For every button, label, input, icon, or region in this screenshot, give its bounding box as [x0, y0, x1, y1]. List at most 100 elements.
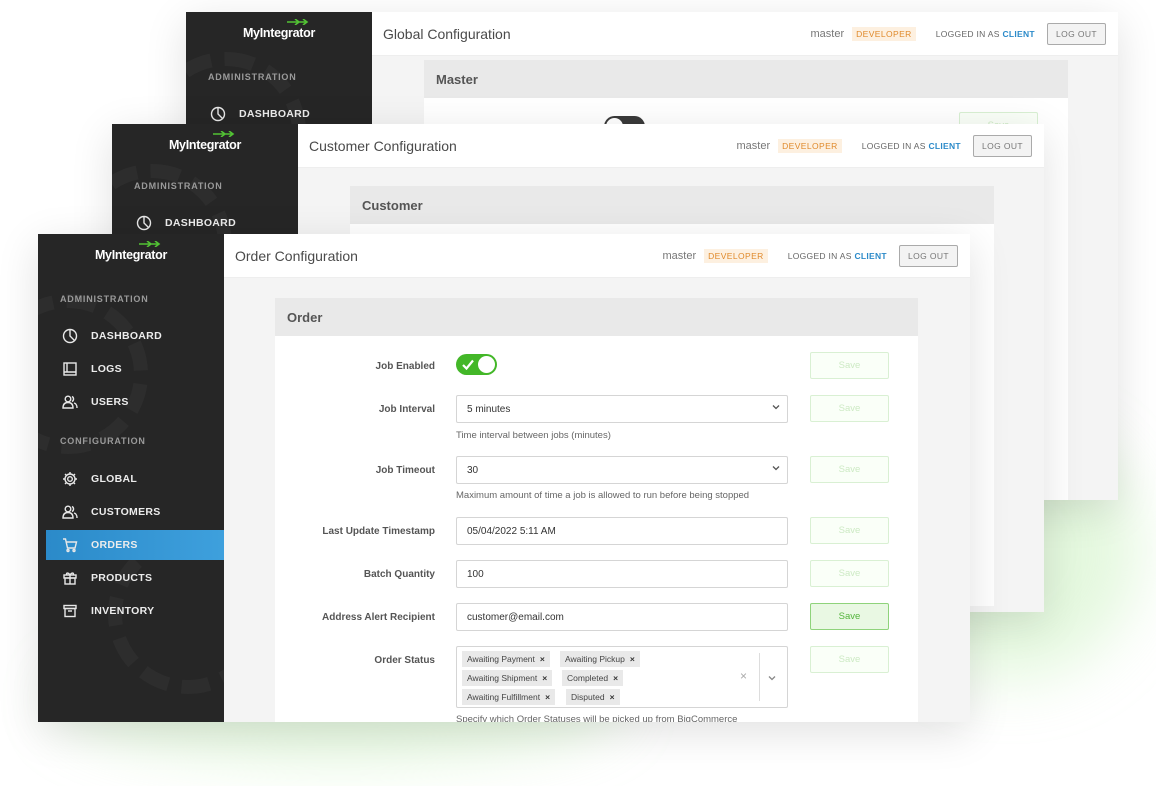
job-timeout-help: Maximum amount of time a job is allowed … [456, 490, 750, 501]
batch-quantity-save-button[interactable]: Save [810, 560, 889, 587]
address-alert-input[interactable]: customer@email.com [456, 603, 788, 631]
sidebar-item-logs[interactable]: LOGS [46, 354, 224, 384]
logo-arrows-icon [139, 241, 161, 247]
chevron-down-icon [772, 405, 780, 410]
order-status-save-button[interactable]: Save [810, 646, 889, 673]
dashboard-icon [62, 328, 78, 344]
chevron-down-icon [772, 466, 780, 471]
page-title: Global Configuration [383, 26, 511, 42]
archive-icon [62, 603, 78, 619]
job-interval-help: Time interval between jobs (minutes) [456, 430, 611, 441]
status-chip[interactable]: Awaiting Pickup × [560, 651, 640, 667]
sidebar-section-configuration: CONFIGURATION [60, 436, 146, 446]
sidebar-item-orders[interactable]: ORDERS [46, 530, 224, 560]
env-badge: DEVELOPER [704, 249, 768, 263]
remove-chip-icon[interactable]: × [545, 692, 550, 702]
sidebar-item-label: INVENTORY [91, 605, 155, 617]
job-enabled-label: Job Enabled [375, 361, 435, 372]
logo[interactable]: MyIntegrator [186, 19, 372, 40]
sidebar-item-label: DASHBOARD [91, 330, 162, 342]
status-chip[interactable]: Completed × [562, 670, 624, 686]
panel-title: Master [424, 60, 1068, 98]
status-chip[interactable]: Awaiting Shipment × [462, 670, 553, 686]
sidebar-item-label: USERS [91, 396, 129, 408]
remove-chip-icon[interactable]: × [610, 692, 615, 702]
sidebar-item-label: DASHBOARD [165, 217, 236, 229]
env-label: master [662, 250, 697, 262]
remove-chip-icon[interactable]: × [630, 654, 635, 664]
sidebar-item-inventory[interactable]: INVENTORY [46, 596, 224, 626]
remove-chip-icon[interactable]: × [540, 654, 545, 664]
dashboard-icon [210, 106, 226, 122]
job-timeout-save-button[interactable]: Save [810, 456, 889, 483]
status-chip[interactable]: Awaiting Payment × [462, 651, 550, 667]
order-status-label: Order Status [374, 655, 435, 666]
sidebar-item-label: LOGS [91, 363, 122, 375]
order-status-multiselect[interactable]: Awaiting Payment × Awaiting Pickup × Await… [456, 646, 788, 708]
sidebar-section-administration: ADMINISTRATION [134, 181, 223, 191]
sidebar-item-users[interactable]: USERS [46, 387, 224, 417]
panel-title: Customer [350, 186, 994, 224]
job-interval-save-button[interactable]: Save [810, 395, 889, 422]
logo-arrows-icon [287, 19, 309, 25]
address-alert-label: Address Alert Recipient [322, 612, 435, 623]
batch-quantity-label: Batch Quantity [363, 569, 435, 580]
logs-icon [62, 361, 78, 377]
sidebar-section-administration: ADMINISTRATION [208, 72, 297, 82]
sidebar-item-customers[interactable]: CUSTOMERS [46, 497, 224, 527]
sidebar-item-label: PRODUCTS [91, 572, 153, 584]
logo-arrows-icon [213, 131, 235, 137]
sidebar-item-products[interactable]: PRODUCTS [46, 563, 224, 593]
logout-button[interactable]: LOG OUT [898, 245, 958, 267]
logout-button[interactable]: LOG OUT [972, 135, 1032, 157]
job-enabled-toggle[interactable] [456, 354, 497, 375]
remove-chip-icon[interactable]: × [613, 673, 618, 683]
customers-icon [62, 504, 78, 520]
logo[interactable]: MyIntegrator [112, 131, 298, 152]
order-status-help: Specify which Order Statuses will be pic… [456, 714, 738, 722]
logged-in-label: LOGGED IN AS CLIENT [935, 29, 1035, 39]
job-timeout-label: Job Timeout [375, 465, 435, 476]
env-label: master [810, 28, 845, 40]
sidebar-item-label: GLOBAL [91, 473, 138, 485]
chevron-down-icon[interactable] [767, 673, 777, 683]
order-config-window: MyIntegrator ADMINISTRATION DASHBOARD LO… [38, 234, 970, 722]
check-icon [462, 359, 474, 370]
env-label: master [736, 140, 771, 152]
logout-button[interactable]: LOG OUT [1046, 23, 1106, 45]
sidebar-item-dashboard[interactable]: DASHBOARD [46, 321, 224, 351]
status-chip[interactable]: Awaiting Fulfillment × [462, 689, 556, 705]
job-interval-label: Job Interval [378, 404, 435, 415]
gift-icon [62, 570, 78, 586]
last-update-input[interactable]: 05/04/2022 5:11 AM [456, 517, 788, 545]
clear-icon[interactable]: × [740, 669, 747, 683]
dashboard-icon [136, 215, 152, 231]
job-timeout-select[interactable]: 30 [456, 456, 788, 484]
order-config-panel: Order Job Enabled Save Job Interval 5 mi… [275, 298, 918, 722]
sidebar-item-label: DASHBOARD [239, 108, 310, 120]
env-badge: DEVELOPER [852, 27, 916, 41]
logged-in-label: LOGGED IN AS CLIENT [861, 141, 961, 151]
last-update-label: Last Update Timestamp [322, 526, 435, 537]
env-badge: DEVELOPER [778, 139, 842, 153]
users-icon [62, 394, 78, 410]
sidebar-section-administration: ADMINISTRATION [60, 294, 149, 304]
sidebar: MyIntegrator ADMINISTRATION DASHBOARD LO… [38, 234, 224, 722]
logo[interactable]: MyIntegrator [38, 241, 224, 262]
remove-chip-icon[interactable]: × [542, 673, 547, 683]
content: Order Job Enabled Save Job Interval 5 mi… [224, 278, 970, 722]
page-title: Order Configuration [235, 248, 358, 264]
topbar: Customer Configuration master DEVELOPER … [298, 124, 1044, 168]
job-interval-select[interactable]: 5 minutes [456, 395, 788, 423]
address-alert-save-button[interactable]: Save [810, 603, 889, 630]
sidebar-item-label: CUSTOMERS [91, 506, 161, 518]
gear-icon [62, 471, 78, 487]
batch-quantity-input[interactable]: 100 [456, 560, 788, 588]
status-chip[interactable]: Disputed × [566, 689, 620, 705]
job-enabled-save-button[interactable]: Save [810, 352, 889, 379]
topbar: Global Configuration master DEVELOPER LO… [372, 12, 1118, 56]
last-update-save-button[interactable]: Save [810, 517, 889, 544]
logged-in-label: LOGGED IN AS CLIENT [787, 251, 887, 261]
sidebar-item-global[interactable]: GLOBAL [46, 464, 224, 494]
divider [759, 653, 760, 701]
